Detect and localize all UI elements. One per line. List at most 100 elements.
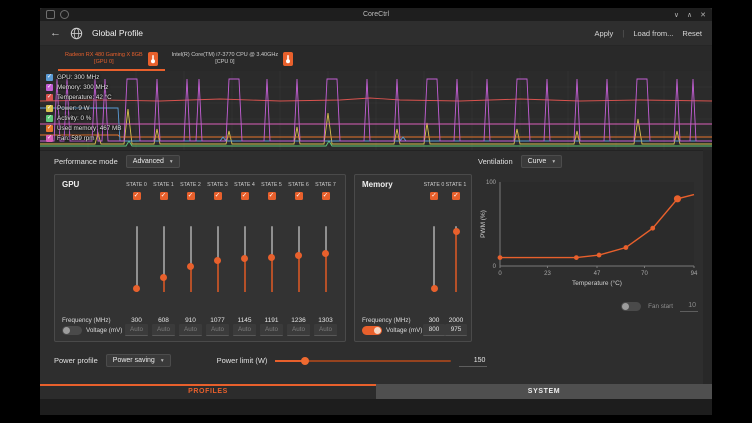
gpu-state-3-voltage-value[interactable]: Auto <box>206 324 229 336</box>
x-axis-label: Temperature (°C) <box>572 279 622 287</box>
slider-handle[interactable] <box>431 285 438 292</box>
fan-curve-point[interactable] <box>623 245 628 250</box>
load-from-button[interactable]: Load from... <box>633 29 673 38</box>
slider-handle[interactable] <box>301 357 309 365</box>
gpu-state-4-checkbox[interactable]: ✓ <box>241 192 249 200</box>
gpu-state-5-voltage-value[interactable]: Auto <box>260 324 283 336</box>
gpu-state-3-checkbox[interactable]: ✓ <box>214 192 222 200</box>
gpu-state-5-frequency-slider[interactable] <box>271 226 273 292</box>
gpu-state-4-frequency-slider[interactable] <box>244 226 246 292</box>
gpu-voltage-toggle[interactable] <box>62 326 82 335</box>
reset-button[interactable]: Reset <box>682 29 702 38</box>
legend-checkbox[interactable]: ✓ <box>46 84 53 91</box>
minimize-button[interactable]: ∨ <box>674 11 679 19</box>
gpu-state-5-frequency-value[interactable]: 1191 <box>265 317 279 324</box>
fan-curve-point[interactable] <box>597 253 602 258</box>
fan-curve-point[interactable] <box>674 195 681 202</box>
slider-handle[interactable] <box>187 263 194 270</box>
voltage-label: Voltage (mV) <box>86 327 122 334</box>
slider-handle[interactable] <box>133 285 140 292</box>
gpu-state-0-voltage-value[interactable]: Auto <box>125 324 148 336</box>
fan-start-value[interactable]: 10 <box>680 300 698 312</box>
slider-handle[interactable] <box>295 252 302 259</box>
gpu-state-7-checkbox[interactable]: ✓ <box>322 192 330 200</box>
legend-checkbox[interactable]: ✓ <box>46 115 53 122</box>
fan-curve-point[interactable] <box>574 255 579 260</box>
legend-checkbox[interactable]: ✓ <box>46 105 53 112</box>
apply-button[interactable]: Apply <box>595 29 614 38</box>
memory-state-0-frequency-slider[interactable] <box>433 226 435 292</box>
memory-voltage-toggle[interactable] <box>362 326 382 335</box>
slider-handle[interactable] <box>241 255 248 262</box>
gpu-state-1-frequency-value[interactable]: 608 <box>158 317 169 324</box>
ventilation-mode-select[interactable]: Curve ▾ <box>521 155 562 168</box>
fan-start-toggle[interactable] <box>621 302 641 311</box>
gpu-state-6-voltage-value[interactable]: Auto <box>287 324 310 336</box>
gpu-state-1-checkbox[interactable]: ✓ <box>160 192 168 200</box>
gpu-state-2-frequency-value[interactable]: 910 <box>185 317 196 324</box>
fan-curve-chart[interactable]: 0234770940100PWM (%)Temperature (°C) <box>478 174 702 292</box>
maximize-button[interactable]: ∧ <box>687 11 692 19</box>
tab-system[interactable]: SYSTEM <box>376 384 712 399</box>
gpu-state-2-frequency-slider[interactable] <box>190 226 192 292</box>
gpu-volt-cell: Auto <box>150 324 177 336</box>
legend-checkbox[interactable]: ✓ <box>46 94 53 101</box>
toolbar: ← Global Profile Apply | Load from... Re… <box>40 21 712 46</box>
gpu-state-6-checkbox[interactable]: ✓ <box>295 192 303 200</box>
gpu-state-3-frequency-slider[interactable] <box>217 226 219 292</box>
tab-gpu[interactable]: Radeon RX 480 Gaming X 8GB [GPU 0] <box>58 46 165 71</box>
gpu-state-4-voltage-value[interactable]: Auto <box>233 324 256 336</box>
gpu-state-2-checkbox[interactable]: ✓ <box>187 192 195 200</box>
legend-checkbox[interactable]: ✓ <box>46 74 53 81</box>
gpu-state-3-frequency-value[interactable]: 1077 <box>210 317 224 324</box>
scrollbar-track[interactable] <box>703 150 712 384</box>
gpu-state-7-frequency-value[interactable]: 1303 <box>318 317 332 324</box>
fan-curve-point[interactable] <box>650 226 655 231</box>
gpu-state-0-frequency-value[interactable]: 300 <box>131 317 142 324</box>
power-limit-value[interactable]: 150 <box>459 355 487 367</box>
gpu-state-7-frequency-slider[interactable] <box>325 226 327 292</box>
thermometer-icon <box>148 52 158 66</box>
performance-mode-select[interactable]: Advanced ▾ <box>126 155 180 168</box>
memory-state-label: STATE 0 <box>423 182 445 188</box>
power-profile-select[interactable]: Power saving ▾ <box>106 354 171 367</box>
gpu-state-2-voltage-value[interactable]: Auto <box>179 324 202 336</box>
performance-mode-row: Performance mode Advanced ▾ <box>54 155 180 168</box>
gpu-state-1-cell: ✓ <box>150 192 177 200</box>
gpu-state-0-checkbox[interactable]: ✓ <box>133 192 141 200</box>
gpu-state-6-frequency-value[interactable]: 1236 <box>291 317 305 324</box>
memory-state-1-checkbox[interactable]: ✓ <box>452 192 460 200</box>
gpu-state-6-frequency-slider[interactable] <box>298 226 300 292</box>
gpu-state-1-voltage-value[interactable]: Auto <box>152 324 175 336</box>
tab-profiles[interactable]: PROFILES <box>40 384 376 399</box>
gpu-state-5-checkbox[interactable]: ✓ <box>268 192 276 200</box>
slider-handle[interactable] <box>322 250 329 257</box>
gpu-state-1-frequency-slider[interactable] <box>163 226 165 292</box>
tab-cpu[interactable]: Intel(R) Core(TM) i7-3770 CPU @ 3.40GHz … <box>165 46 300 71</box>
power-limit-slider[interactable] <box>275 357 451 365</box>
gpu-volt-cell: Auto <box>258 324 285 336</box>
slider-handle[interactable] <box>160 274 167 281</box>
back-button[interactable]: ← <box>50 28 61 39</box>
memory-state-0-voltage-value[interactable]: 800 <box>423 324 445 336</box>
gpu-state-0-frequency-slider[interactable] <box>136 226 138 292</box>
slider-handle[interactable] <box>214 257 221 264</box>
slider-handle[interactable] <box>453 228 460 235</box>
memory-state-0-cell: ✓ <box>423 192 445 200</box>
memory-state-1-voltage-value[interactable]: 975 <box>445 324 467 336</box>
legend-label: Memory: 300 MHz <box>57 84 108 91</box>
memory-state-1-frequency-value[interactable]: 2000 <box>449 317 463 324</box>
close-button[interactable]: ✕ <box>700 11 706 19</box>
memory-state-0-frequency-value[interactable]: 300 <box>429 317 440 324</box>
gpu-state-7-voltage-value[interactable]: Auto <box>314 324 337 336</box>
gpu-state-4-frequency-value[interactable]: 1145 <box>238 317 252 324</box>
memory-state-1-frequency-slider[interactable] <box>455 226 457 292</box>
fan-curve-point[interactable] <box>498 255 503 260</box>
legend-checkbox[interactable]: ✓ <box>46 125 53 132</box>
bottom-tabbar: PROFILES SYSTEM <box>40 384 712 399</box>
legend-checkbox[interactable]: ✓ <box>46 135 53 142</box>
memory-state-0-checkbox[interactable]: ✓ <box>430 192 438 200</box>
window-menu-icon[interactable] <box>60 10 69 19</box>
gpu-state-label: STATE 1 <box>150 182 177 188</box>
slider-handle[interactable] <box>268 254 275 261</box>
